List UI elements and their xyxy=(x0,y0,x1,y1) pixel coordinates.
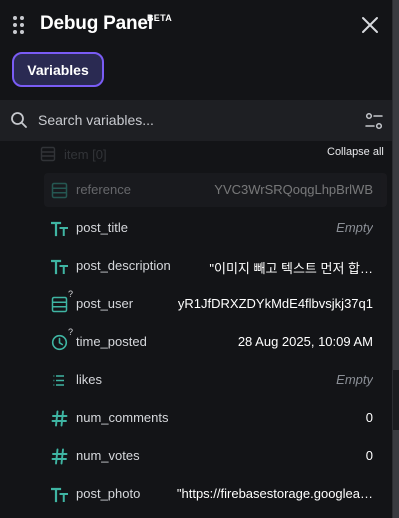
variable-row-post-title[interactable]: post_title Empty xyxy=(0,209,392,247)
tab-variables[interactable]: Variables xyxy=(12,52,104,87)
panel-title: Debug Panel xyxy=(40,13,153,34)
variable-value: Empty xyxy=(336,372,373,387)
variable-value: 0 xyxy=(365,448,373,463)
nullable-marker: ? xyxy=(68,289,74,299)
variable-row-likes[interactable]: likes Empty xyxy=(0,361,392,399)
search-icon xyxy=(11,112,27,128)
variable-row-time-posted[interactable]: ? time_posted 28 Aug 2025, 10:09 AM xyxy=(0,323,392,361)
variable-name: post_photo xyxy=(76,486,141,501)
parent-item-label: item [0] xyxy=(64,146,107,162)
parent-item-row[interactable]: item [0] xyxy=(40,144,107,164)
editor-background xyxy=(393,0,399,518)
search-bar xyxy=(0,100,392,141)
variable-row-post-photo[interactable]: post_photo "https://firebasestorage.googl… xyxy=(0,475,392,513)
filter-settings-icon[interactable] xyxy=(364,111,384,131)
variable-value: yR1JfDRXZDYkMdE4flbvsjkj37q1 xyxy=(177,296,373,311)
variable-name: reference xyxy=(76,182,131,197)
variable-value: "이미지 빼고 텍스트 먼저 합… xyxy=(209,261,373,276)
variable-value: Empty xyxy=(336,220,373,235)
panel-header: Debug Panel BETA xyxy=(0,0,392,50)
variable-row-post-user[interactable]: ? post_user yR1JfDRXZDYkMdE4flbvsjkj37q1 xyxy=(0,285,392,323)
hash-icon xyxy=(51,410,68,427)
document-reference-icon xyxy=(40,146,56,162)
beta-badge: BETA xyxy=(147,13,173,23)
text-type-icon xyxy=(50,486,68,503)
list-icon xyxy=(51,372,68,389)
search-input[interactable] xyxy=(38,108,338,132)
drag-handle-icon[interactable] xyxy=(12,15,26,35)
clock-icon xyxy=(51,334,68,351)
variable-name: time_posted xyxy=(76,334,147,349)
variable-name: post_title xyxy=(76,220,129,235)
collapse-all-button[interactable]: Collapse all xyxy=(327,146,384,158)
variable-row-reference[interactable]: reference YVC3WrSRQoqgLhpBrlWB xyxy=(0,171,392,209)
variable-value: "https://firebasestorage.googlea… xyxy=(176,486,373,501)
variable-row-num-comments[interactable]: num_comments 0 xyxy=(0,399,392,437)
variable-name: num_comments xyxy=(76,410,169,425)
variable-row-num-votes[interactable]: num_votes 0 xyxy=(0,437,392,475)
variable-name: post_description xyxy=(76,258,171,273)
variable-value: 0 xyxy=(365,410,373,425)
variable-name: num_votes xyxy=(76,448,140,463)
nullable-marker: ? xyxy=(68,327,74,337)
hash-icon xyxy=(51,448,68,465)
variable-value: 28 Aug 2025, 10:09 AM xyxy=(237,334,373,349)
variable-name: likes xyxy=(76,372,103,387)
document-reference-icon xyxy=(51,296,68,313)
variable-row-post-description[interactable]: post_description "이미지 빼고 텍스트 먼저 합… xyxy=(0,247,392,285)
debug-panel: Debug Panel BETA Variables item [0] Coll… xyxy=(0,0,393,518)
document-reference-icon xyxy=(51,182,68,199)
variable-value: YVC3WrSRQoqgLhpBrlWB xyxy=(214,182,373,197)
close-icon[interactable] xyxy=(360,15,380,35)
text-type-icon xyxy=(50,258,68,275)
text-type-icon xyxy=(50,220,68,237)
variable-name: post_user xyxy=(76,296,134,311)
